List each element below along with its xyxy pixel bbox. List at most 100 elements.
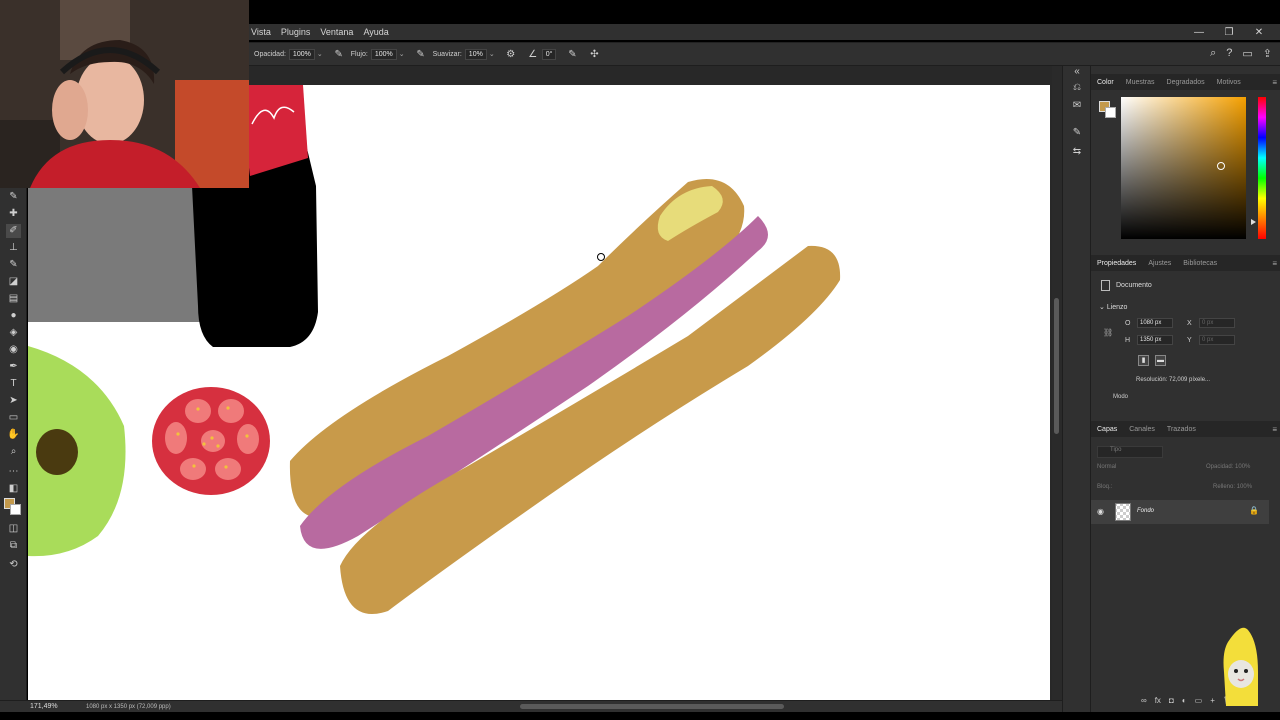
eyedropper-tool-icon[interactable]: ✎ [6, 190, 21, 204]
menu-vista[interactable]: Vista [246, 27, 276, 37]
menu-ayuda[interactable]: Ayuda [358, 27, 393, 37]
tab-color[interactable]: Color [1091, 79, 1120, 86]
link-layers-icon[interactable]: ∞ [1141, 696, 1147, 705]
zoom-tool-icon[interactable]: ⌕ [6, 445, 21, 459]
tab-libraries[interactable]: Bibliotecas [1177, 260, 1223, 267]
tab-patterns[interactable]: Motivos [1211, 79, 1247, 86]
layer-opacity-field[interactable]: Opacidad: 100% [1206, 464, 1250, 470]
width-field[interactable]: 1080 px [1137, 318, 1173, 328]
portrait-orientation-icon[interactable]: ▮ [1138, 355, 1149, 366]
screen-mode-icon[interactable]: ⧉ [6, 539, 21, 553]
hand-tool-icon[interactable]: ✋ [6, 428, 21, 442]
close-button[interactable]: ✕ [1244, 27, 1274, 38]
layer-row[interactable]: ◉ Fondo 🔒 [1091, 500, 1269, 524]
document-icon [1101, 280, 1110, 291]
flow-field[interactable]: 100% [370, 48, 397, 60]
stamp-tool-icon[interactable]: ⊥ [6, 241, 21, 255]
pressure-opacity-icon[interactable]: ✎ [333, 49, 345, 60]
brush-tool-icon[interactable]: ✐ [6, 224, 21, 238]
adjustments-icon[interactable]: ⇆ [1069, 146, 1085, 160]
menu-ventana[interactable]: Ventana [315, 27, 358, 37]
help-icon[interactable]: ? [1226, 47, 1232, 60]
hue-slider-handle[interactable] [1251, 219, 1256, 225]
vertical-scroll-thumb[interactable] [1054, 298, 1059, 434]
height-label: H [1125, 336, 1131, 344]
vertical-scrollbar[interactable] [1052, 66, 1062, 700]
angle-field[interactable]: 0° [541, 48, 557, 60]
landscape-orientation-icon[interactable]: ▬ [1155, 355, 1166, 366]
height-field[interactable]: 1350 px [1137, 335, 1173, 345]
menu-plugins[interactable]: Plugins [276, 27, 316, 37]
visibility-eye-icon[interactable]: ◉ [1097, 507, 1104, 516]
properties-document: Documento [1101, 280, 1152, 291]
workspace-icon[interactable]: ▭ [1242, 47, 1252, 60]
height-row: H 1350 px Y 0 px [1125, 335, 1235, 345]
tab-gradients[interactable]: Degradados [1161, 79, 1211, 86]
blend-mode-select[interactable]: Normal [1097, 464, 1116, 470]
blur-tool-icon[interactable]: ● [6, 309, 21, 323]
lock-icon[interactable]: 🔒 [1249, 506, 1259, 515]
brush-cursor [597, 253, 605, 261]
smoothing-field[interactable]: 10% [464, 48, 487, 60]
search-icon[interactable]: ⌕ [1210, 47, 1216, 60]
history-icon[interactable]: ⎌ [1069, 82, 1085, 96]
brushes-icon[interactable]: ✎ [1069, 127, 1085, 141]
healing-tool-icon[interactable]: ✚ [6, 207, 21, 221]
history-brush-tool-icon[interactable]: ✎ [6, 258, 21, 272]
fx-icon[interactable]: fx [1155, 696, 1161, 705]
collapse-panels-icon[interactable]: « [1069, 66, 1085, 80]
restore-button[interactable]: ❐ [1214, 27, 1244, 38]
new-layer-icon[interactable]: + [1210, 696, 1215, 705]
comments-icon[interactable]: ✉ [1069, 100, 1085, 114]
background-color-swatch[interactable] [10, 504, 21, 515]
tab-adjustments[interactable]: Ajustes [1142, 260, 1177, 267]
path-select-tool-icon[interactable]: ➤ [6, 394, 21, 408]
adjustment-layer-icon[interactable]: ◐ [1182, 696, 1187, 705]
quick-mask-icon[interactable]: ◫ [6, 522, 21, 536]
color-field[interactable] [1121, 97, 1246, 239]
more-tools-icon[interactable]: ⋯ [6, 465, 21, 479]
layer-fill-field[interactable]: Relleno: 100% [1213, 484, 1252, 490]
new-group-icon[interactable]: ▭ [1195, 696, 1203, 705]
panel-background-swatch[interactable] [1105, 107, 1116, 118]
pressure-size-icon[interactable]: ✎ [566, 49, 578, 60]
opacity-field[interactable]: 100% [288, 48, 315, 60]
tab-channels[interactable]: Canales [1123, 426, 1161, 433]
share-icon[interactable]: ⇪ [1263, 47, 1272, 60]
gradient-tool-icon[interactable]: ▤ [6, 292, 21, 306]
canvas-section-header[interactable]: ⌄ Lienzo [1099, 303, 1127, 311]
horizontal-scroll-thumb[interactable] [520, 704, 784, 709]
pen-tool-icon[interactable]: ✒ [6, 360, 21, 374]
hue-slider[interactable] [1258, 97, 1266, 239]
paint-bucket-tool-icon[interactable]: ◈ [6, 326, 21, 340]
mask-icon[interactable]: ◘ [1169, 696, 1174, 705]
link-icon[interactable]: ⛓ [1103, 328, 1113, 337]
flow-dropdown-icon[interactable]: ⌄ [399, 50, 405, 58]
tab-properties[interactable]: Propiedades [1091, 260, 1142, 267]
rectangle-tool-icon[interactable]: ▭ [6, 411, 21, 425]
tab-swatches[interactable]: Muestras [1120, 79, 1161, 86]
panel-menu-icon[interactable]: ≡ [1272, 78, 1277, 87]
opacity-dropdown-icon[interactable]: ⌄ [317, 50, 323, 58]
layer-filter-input[interactable]: Tipo [1097, 446, 1163, 458]
eraser-tool-icon[interactable]: ◪ [6, 275, 21, 289]
color-picker-handle[interactable] [1217, 162, 1225, 170]
panel-menu-icon[interactable]: ≡ [1272, 259, 1277, 268]
settings-gear-icon[interactable]: ⚙ [505, 49, 517, 60]
type-tool-icon[interactable]: T [6, 377, 21, 391]
zoom-level[interactable]: 171,49% [30, 703, 80, 710]
layer-name[interactable]: Fondo [1137, 508, 1154, 514]
airbrush-icon[interactable]: ✎ [415, 49, 427, 60]
x-field[interactable]: 0 px [1199, 318, 1235, 328]
symmetry-icon[interactable]: ✣ [588, 49, 600, 60]
dodge-tool-icon[interactable]: ◉ [6, 343, 21, 357]
panel-menu-icon[interactable]: ≡ [1272, 425, 1277, 434]
edit-toolbar-icon[interactable]: ⟲ [6, 558, 21, 572]
default-colors-icon[interactable]: ◧ [6, 482, 21, 496]
smoothing-dropdown-icon[interactable]: ⌄ [489, 50, 495, 58]
y-field[interactable]: 0 px [1199, 335, 1235, 345]
minimize-button[interactable]: — [1184, 27, 1214, 38]
document-label: Documento [1116, 282, 1152, 289]
tab-paths[interactable]: Trazados [1161, 426, 1202, 433]
tab-layers[interactable]: Capas [1091, 426, 1123, 433]
